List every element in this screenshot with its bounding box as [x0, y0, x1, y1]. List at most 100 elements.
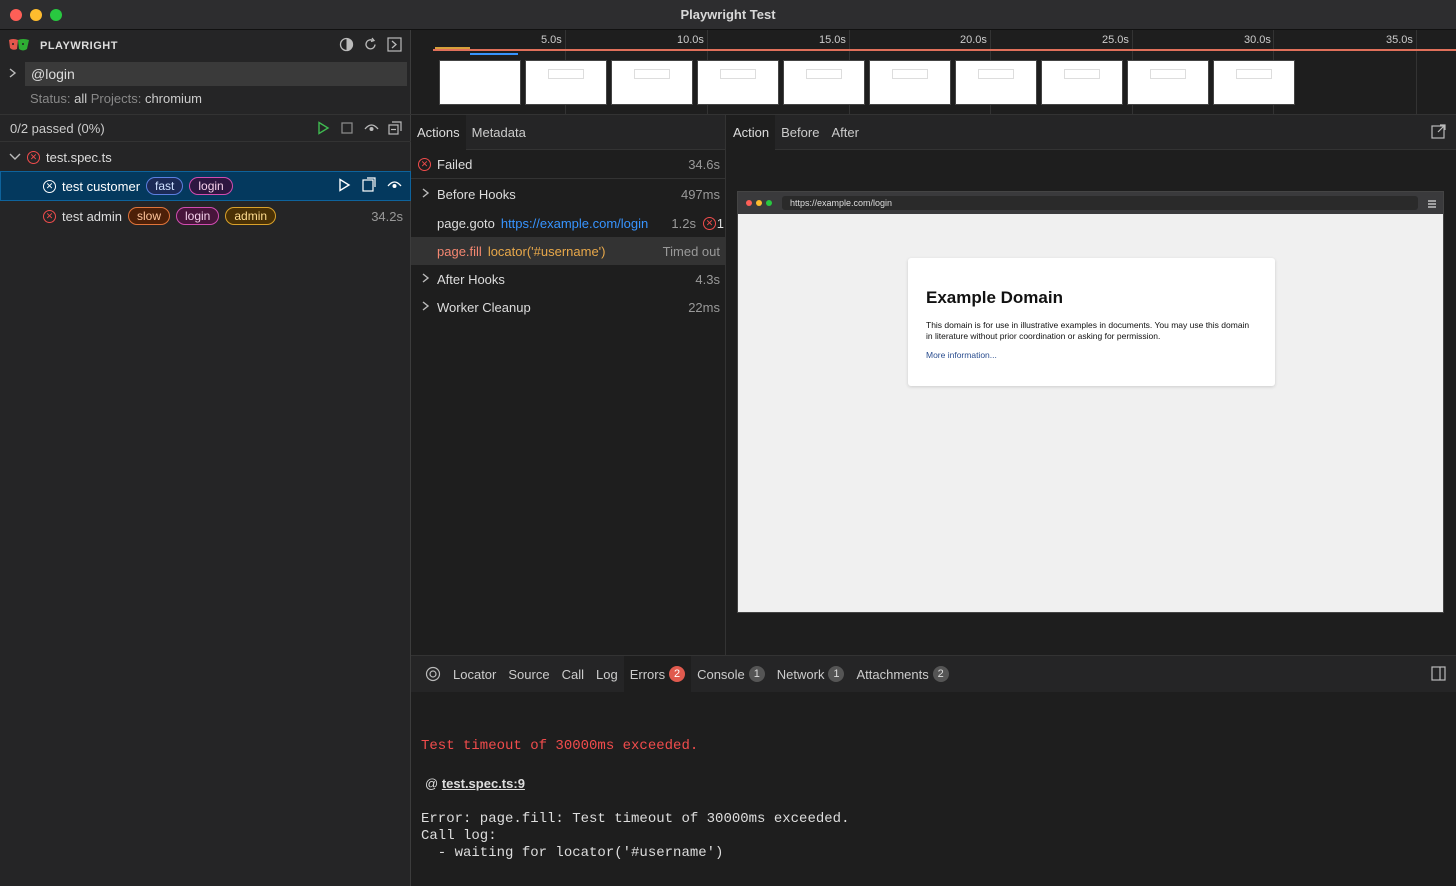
timeline-tick: 10.0s — [677, 34, 704, 46]
tab-label: Console — [697, 666, 745, 682]
tag-badge[interactable]: login — [176, 207, 220, 225]
tree-test-row[interactable]: ✕ test customer fast login — [0, 171, 411, 201]
watch-test-icon[interactable] — [387, 178, 402, 195]
tag-badge[interactable]: admin — [225, 207, 277, 225]
count-badge: 1 — [828, 666, 845, 682]
timeline-thumbnail[interactable] — [525, 60, 607, 105]
watch-all-icon[interactable] — [363, 120, 379, 136]
timeline-tick: 25.0s — [1102, 34, 1129, 46]
filter-row — [0, 62, 411, 86]
open-source-icon[interactable] — [361, 177, 377, 195]
action-duration: 4.3s — [695, 271, 720, 287]
timeline-thumbnail[interactable] — [697, 60, 779, 105]
tab-source[interactable]: Source — [502, 656, 555, 692]
open-external-icon[interactable] — [1431, 124, 1446, 142]
tab-console[interactable]: Console 1 — [691, 656, 771, 692]
error-count: 1 — [716, 215, 724, 231]
chevron-right-icon[interactable] — [421, 272, 431, 287]
tree-file-row[interactable]: ✕ test.spec.ts — [0, 142, 411, 172]
tab-network[interactable]: Network 1 — [771, 656, 851, 692]
status-value[interactable]: all — [74, 91, 87, 106]
tab-after[interactable]: After — [825, 115, 864, 150]
example-card: Example Domain This domain is for use in… — [908, 258, 1275, 386]
timeline-tick: 30.0s — [1244, 34, 1271, 46]
chevron-down-icon[interactable] — [9, 150, 21, 165]
timeline-thumbnail[interactable] — [1213, 60, 1295, 105]
test-name: test admin — [62, 208, 122, 224]
pick-locator-icon[interactable] — [419, 656, 447, 692]
action-row[interactable]: Worker Cleanup 22ms — [411, 293, 726, 321]
tab-locator[interactable]: Locator — [447, 656, 502, 692]
brand-name: PLAYWRIGHT — [40, 40, 118, 52]
action-label: Before Hooks — [437, 186, 516, 202]
count-badge: 1 — [748, 666, 765, 682]
passed-summary: 0/2 passed (0%) — [10, 121, 105, 136]
tag-badge[interactable]: fast — [146, 177, 184, 195]
tab-label: Network — [776, 666, 825, 682]
action-method: page.fill — [437, 243, 482, 259]
tab-attachments[interactable]: Attachments 2 — [850, 656, 954, 692]
action-label: After Hooks — [437, 271, 505, 287]
timeline-tick: 5.0s — [541, 34, 562, 46]
failed-status-icon: ✕ — [43, 209, 56, 223]
failed-label: Failed — [437, 157, 473, 172]
run-test-icon[interactable] — [337, 177, 351, 195]
timeline-thumbnail[interactable] — [955, 60, 1037, 105]
tab-label: Errors — [629, 666, 666, 682]
at-prefix: @ — [425, 776, 439, 791]
filter-input[interactable] — [25, 62, 407, 86]
action-row[interactable]: After Hooks 4.3s — [411, 265, 726, 293]
tag-badge[interactable]: login — [189, 177, 233, 195]
status-filter[interactable]: Status: all Projects: chromium — [30, 91, 202, 106]
tab-call[interactable]: Call — [556, 656, 590, 692]
snapshot-browser[interactable]: https://example.com/login Example Domain… — [737, 191, 1444, 613]
action-row[interactable]: Before Hooks 497ms — [411, 180, 726, 208]
action-row[interactable]: page.goto https://example.com/login 1.2s… — [411, 209, 726, 237]
timeline[interactable]: 5.0s 10.0s 15.0s 20.0s 25.0s 30.0s 35.0s — [411, 30, 1456, 115]
stop-icon[interactable] — [339, 120, 355, 136]
timeline-action-bar — [433, 49, 1456, 51]
reload-icon[interactable] — [362, 36, 378, 52]
error-details: Error: page.fill: Test timeout of 30000m… — [421, 811, 850, 861]
count-badge: 2 — [669, 666, 686, 682]
chevron-right-icon[interactable] — [421, 187, 431, 202]
tab-actions[interactable]: Actions — [411, 114, 466, 150]
example-link[interactable]: More information... — [926, 350, 997, 360]
tree-test-row[interactable]: ✕ test admin slow login admin 34.2s — [0, 201, 411, 231]
summary-row: 0/2 passed (0%) — [0, 114, 411, 142]
chevron-right-icon[interactable] — [421, 300, 431, 315]
toggle-sidebar-icon[interactable] — [1431, 666, 1446, 684]
source-link[interactable]: test.spec.ts:9 — [442, 776, 525, 791]
error-title: Test timeout of 30000ms exceeded. — [421, 738, 699, 754]
failed-status-icon: ✕ — [43, 179, 56, 193]
tag-badge[interactable]: slow — [127, 207, 170, 225]
timeline-thumbnail[interactable] — [1041, 60, 1123, 105]
timeline-thumbnail[interactable] — [1127, 60, 1209, 105]
timeline-thumbnail[interactable] — [439, 60, 521, 105]
count-badge: 2 — [932, 666, 949, 682]
theme-toggle-icon[interactable] — [338, 36, 354, 52]
timeline-tick: 35.0s — [1386, 34, 1413, 46]
tab-label: Attachments — [856, 666, 929, 682]
chevron-right-icon[interactable] — [8, 67, 18, 82]
timeline-thumbnail[interactable] — [611, 60, 693, 105]
collapse-all-icon[interactable] — [387, 120, 403, 136]
action-row[interactable]: page.fill locator('#username') Timed out — [411, 237, 726, 265]
tab-metadata[interactable]: Metadata — [466, 115, 532, 150]
action-duration: 22ms — [688, 299, 720, 315]
browser-toolbar: https://example.com/login — [738, 192, 1443, 214]
tab-before[interactable]: Before — [775, 115, 825, 150]
snapshot-panel: Action Before After https://example.com/… — [727, 114, 1456, 655]
tab-errors[interactable]: Errors 2 — [623, 656, 692, 692]
projects-value[interactable]: chromium — [145, 91, 202, 106]
status-label: Status: — [30, 91, 71, 106]
run-all-icon[interactable] — [315, 120, 331, 136]
timeline-thumbnail[interactable] — [783, 60, 865, 105]
timeline-tick: 15.0s — [819, 34, 846, 46]
timeline-thumbnail[interactable] — [869, 60, 951, 105]
toggle-output-icon[interactable] — [386, 36, 402, 52]
error-location: @ test.spec.ts:9 — [425, 776, 525, 791]
timeline-tick: 20.0s — [960, 34, 987, 46]
tab-action[interactable]: Action — [727, 114, 776, 150]
tab-log[interactable]: Log — [590, 656, 624, 692]
